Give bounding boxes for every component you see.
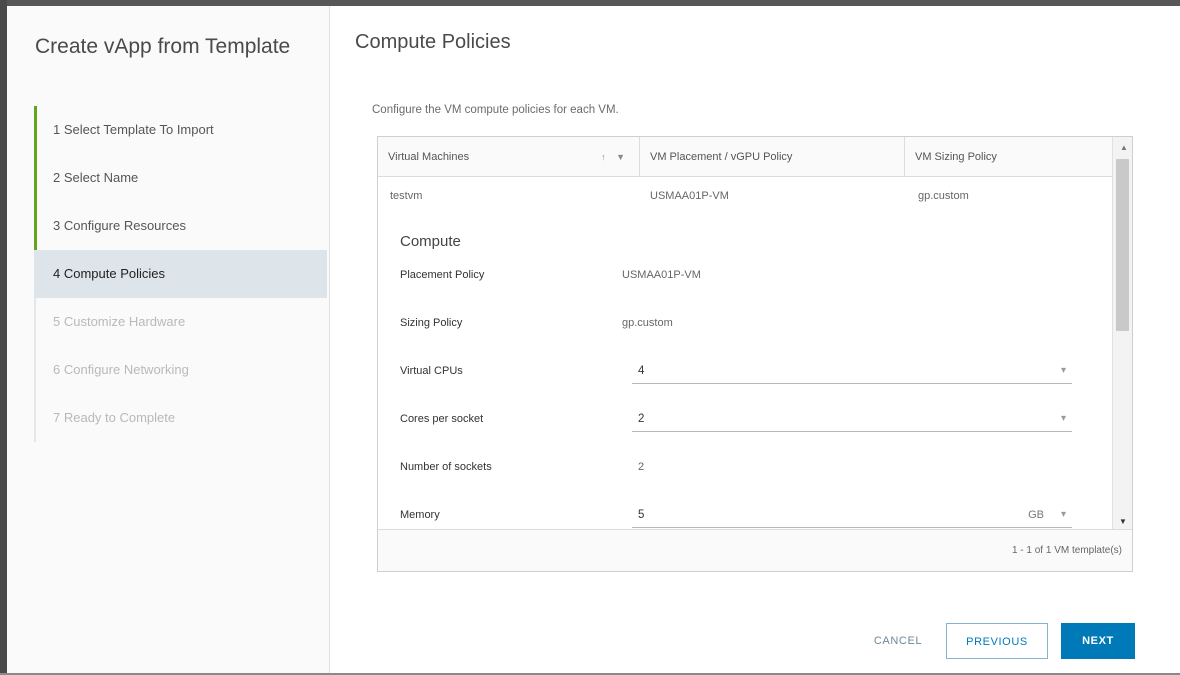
step-select-template[interactable]: 1 Select Template To Import bbox=[34, 106, 327, 154]
sort-filter-icon[interactable]: ↑ ▼ bbox=[601, 137, 629, 177]
grid-footer: 1 - 1 of 1 VM template(s) bbox=[378, 529, 1132, 571]
main-content: Compute Policies Configure the VM comput… bbox=[330, 6, 1180, 673]
cores-per-socket-value: 2 bbox=[638, 413, 645, 425]
step-customize-hardware: 5 Customize Hardware bbox=[34, 298, 327, 346]
next-button[interactable]: NEXT bbox=[1061, 623, 1135, 659]
window-left-border bbox=[0, 0, 7, 675]
placement-policy-label: Placement Policy bbox=[400, 269, 485, 281]
column-header-label: Virtual Machines bbox=[388, 151, 470, 163]
scroll-up-icon[interactable]: ▲ bbox=[1120, 143, 1128, 152]
step-configure-networking: 6 Configure Networking bbox=[34, 346, 327, 394]
column-header-virtual-machines[interactable]: Virtual Machines ↑ ▼ bbox=[378, 137, 640, 177]
memory-label: Memory bbox=[400, 509, 440, 521]
cancel-button[interactable]: CANCEL bbox=[866, 623, 930, 659]
wizard-steps: 1 Select Template To Import 2 Select Nam… bbox=[34, 106, 327, 442]
compute-heading: Compute bbox=[400, 233, 461, 250]
scroll-thumb[interactable] bbox=[1116, 159, 1129, 331]
virtual-cpus-value: 4 bbox=[638, 365, 645, 377]
step-configure-resources[interactable]: 3 Configure Resources bbox=[34, 202, 327, 250]
memory-unit[interactable]: GB bbox=[1028, 502, 1044, 528]
page-description: Configure the VM compute policies for ea… bbox=[372, 104, 619, 116]
chevron-down-icon: ▾ bbox=[1060, 509, 1066, 520]
number-of-sockets-label: Number of sockets bbox=[400, 461, 492, 473]
cores-per-socket-select[interactable]: 2 ▾ bbox=[632, 406, 1072, 432]
virtual-cpus-label: Virtual CPUs bbox=[400, 365, 463, 377]
cell-placement-policy: USMAA01P-VM bbox=[650, 190, 729, 202]
cell-vm-name: testvm bbox=[390, 190, 423, 202]
wizard-title: Create vApp from Template bbox=[35, 35, 291, 58]
chevron-down-icon: ▾ bbox=[1060, 413, 1066, 424]
sizing-policy-value: gp.custom bbox=[622, 317, 673, 329]
column-header-placement-policy[interactable]: VM Placement / vGPU Policy bbox=[640, 137, 905, 177]
virtual-cpus-select[interactable]: 4 ▾ bbox=[632, 358, 1072, 384]
pagination-text: 1 - 1 of 1 VM template(s) bbox=[1011, 545, 1122, 556]
number-of-sockets-value: 2 bbox=[638, 461, 645, 473]
placement-policy-value: USMAA01P-VM bbox=[622, 269, 701, 281]
step-compute-policies[interactable]: 4 Compute Policies bbox=[34, 250, 327, 298]
cell-sizing-policy: gp.custom bbox=[918, 190, 969, 202]
grid-header: Virtual Machines ↑ ▼ VM Placement / vGPU… bbox=[378, 137, 1112, 177]
column-header-sizing-policy[interactable]: VM Sizing Policy bbox=[905, 137, 1112, 177]
wizard-sidebar: Create vApp from Template 1 Select Templ… bbox=[7, 6, 330, 673]
grid-scrollbar[interactable]: ▲ ▼ bbox=[1112, 137, 1132, 530]
vm-policy-grid: Virtual Machines ↑ ▼ VM Placement / vGPU… bbox=[377, 136, 1133, 572]
step-select-name[interactable]: 2 Select Name bbox=[34, 154, 327, 202]
memory-value: 5 bbox=[638, 509, 645, 521]
memory-input[interactable]: 5 GB ▾ bbox=[632, 502, 1072, 528]
page-title: Compute Policies bbox=[355, 31, 511, 53]
sizing-policy-label: Sizing Policy bbox=[400, 317, 463, 329]
table-row[interactable]: testvm USMAA01P-VM gp.custom bbox=[378, 178, 1112, 214]
scroll-down-icon[interactable]: ▼ bbox=[1119, 517, 1127, 526]
previous-button[interactable]: PREVIOUS bbox=[946, 623, 1048, 659]
chevron-down-icon: ▾ bbox=[1060, 365, 1066, 376]
cores-per-socket-label: Cores per socket bbox=[400, 413, 484, 425]
step-ready-to-complete: 7 Ready to Complete bbox=[34, 394, 327, 442]
